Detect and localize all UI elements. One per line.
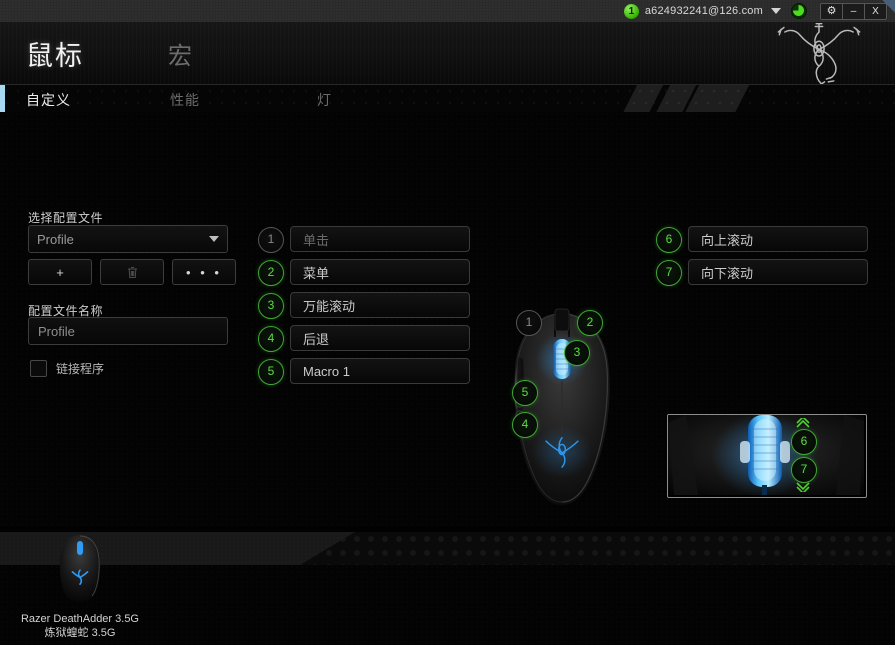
- mouse-callout-1[interactable]: 1: [516, 310, 542, 336]
- assignment-button-1[interactable]: 单击: [290, 226, 470, 252]
- tab-customize[interactable]: 自定义: [26, 90, 71, 110]
- button-number-1: 1: [258, 227, 284, 253]
- button-number-6: 6: [656, 227, 682, 253]
- mouse-callout-5[interactable]: 5: [512, 380, 538, 406]
- profile-select-value: Profile: [37, 231, 74, 247]
- assignment-button-2[interactable]: 菜单: [290, 259, 470, 285]
- chevron-down-icon: [209, 236, 219, 242]
- mouse-callout-3[interactable]: 3: [564, 340, 590, 366]
- page-title: 鼠标: [26, 41, 84, 71]
- delete-profile-button[interactable]: [100, 259, 164, 285]
- device-list-item[interactable]: Razer DeathAdder 3.5G 炼狱蝗蛇 3.5G: [20, 533, 140, 640]
- window-controls: ⚙ – X: [820, 2, 887, 20]
- link-program-row[interactable]: 链接程序: [30, 360, 104, 377]
- macro-title[interactable]: 宏: [168, 36, 194, 71]
- assignment-button-5[interactable]: Macro 1: [290, 358, 470, 384]
- add-profile-button[interactable]: +: [28, 259, 92, 285]
- status-orb-icon[interactable]: [791, 3, 807, 19]
- profile-select[interactable]: Profile: [28, 225, 228, 253]
- notification-badge[interactable]: 1: [623, 3, 639, 19]
- button-number-4: 4: [258, 326, 284, 352]
- window-corner-accent: [879, 0, 895, 22]
- tab-performance[interactable]: 性能: [170, 90, 200, 110]
- button-number-7: 7: [656, 260, 682, 286]
- link-program-label: 链接程序: [56, 362, 105, 376]
- select-profile-label: 选择配置文件: [28, 211, 104, 225]
- scroll-wheel-closeup-image: [668, 415, 864, 497]
- assignment-button-7[interactable]: 向下滚动: [688, 259, 868, 285]
- device-name: Razer DeathAdder 3.5G 炼狱蝗蛇 3.5G: [20, 613, 139, 639]
- scroll-wheel-inset: 6 7: [667, 414, 867, 498]
- tab-bar: 自定义 性能 灯: [0, 84, 895, 114]
- gear-icon: ⚙: [826, 4, 837, 17]
- ellipsis-icon: • • •: [186, 264, 222, 280]
- razer-triple-snake-logo: [777, 22, 861, 90]
- mouse-callout-4[interactable]: 4: [512, 412, 538, 438]
- button-number-2: 2: [258, 260, 284, 286]
- title-bar-right-cluster: 1 a624932241@126.com ⚙ – X: [623, 0, 895, 22]
- chevron-up-icon[interactable]: [794, 418, 812, 429]
- caret-down-icon[interactable]: [771, 8, 781, 14]
- settings-button[interactable]: ⚙: [821, 3, 843, 19]
- assignment-button-4[interactable]: 后退: [290, 325, 470, 351]
- minimize-button[interactable]: –: [843, 3, 865, 19]
- active-tab-indicator: [0, 85, 5, 113]
- razer-deathadder-mouse-icon: [59, 535, 101, 601]
- main-content: 选择配置文件 Profile + • • • 配置文件名称 Profile 链接…: [0, 112, 895, 578]
- account-email[interactable]: a624932241@126.com: [645, 5, 763, 17]
- tab-lighting[interactable]: 灯: [317, 90, 332, 110]
- button-number-3: 3: [258, 293, 284, 319]
- tab-bar-stripe-accents: [622, 85, 750, 113]
- inset-callout-7[interactable]: 7: [791, 457, 817, 483]
- more-profile-options-button[interactable]: • • •: [172, 259, 236, 285]
- chevron-down-icon[interactable]: [794, 481, 812, 492]
- link-program-checkbox[interactable]: [30, 360, 47, 377]
- app-header: 鼠标 宏: [0, 22, 895, 90]
- button-number-5: 5: [258, 359, 284, 385]
- razer-synapse-window: 1 a624932241@126.com ⚙ – X 鼠标 宏 自定义 性能 灯…: [0, 0, 895, 645]
- profile-name-input[interactable]: Profile: [28, 317, 228, 345]
- mouse-diagram: 1 2 3 4 5: [495, 307, 630, 522]
- inset-callout-6[interactable]: 6: [791, 429, 817, 455]
- trash-icon: [127, 266, 137, 278]
- mouse-callout-2[interactable]: 2: [577, 310, 603, 336]
- assignment-button-6[interactable]: 向上滚动: [688, 226, 868, 252]
- assignment-button-3[interactable]: 万能滚动: [290, 292, 470, 318]
- profile-name-value: Profile: [38, 323, 75, 339]
- title-bar: 1 a624932241@126.com ⚙ – X: [0, 0, 895, 23]
